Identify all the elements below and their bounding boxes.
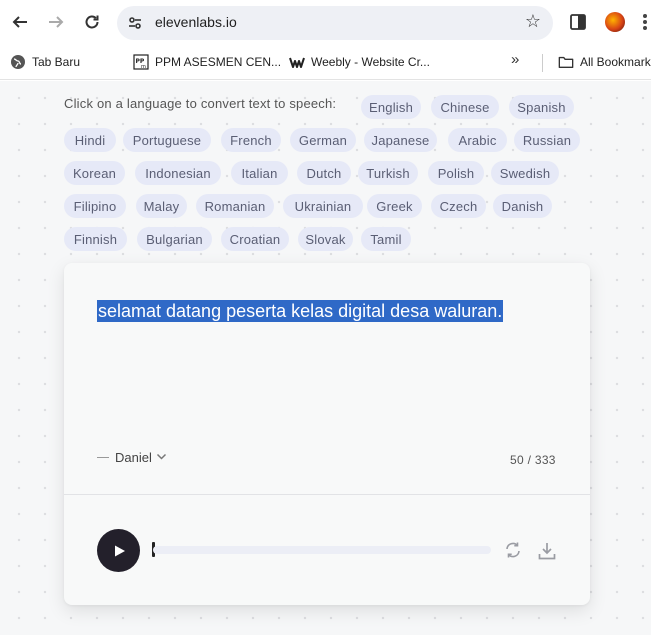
address-bar[interactable]: elevenlabs.io ☆	[117, 6, 553, 40]
bookmarks-bar: Tab Baru PP m PPM ASESMEN CEN... Weebly -…	[0, 44, 651, 80]
folder-icon	[558, 54, 574, 70]
page-content: Click on a language to convert text to s…	[0, 81, 651, 635]
selected-text[interactable]: selamat datang peserta kelas digital des…	[97, 300, 504, 322]
weebly-favicon	[289, 54, 305, 70]
language-chip[interactable]: Bulgarian	[137, 227, 212, 251]
download-icon	[538, 543, 556, 560]
voice-name: Daniel	[115, 450, 152, 465]
bookmark-star-icon[interactable]: ☆	[525, 11, 541, 32]
language-intro-text: Click on a language to convert text to s…	[64, 96, 337, 111]
ppm-favicon: PP m	[133, 54, 149, 70]
arrow-right-icon	[49, 16, 64, 28]
language-chip[interactable]: Filipino	[64, 194, 126, 218]
bookmark-weebly[interactable]: Weebly - Website Cr...	[289, 52, 430, 72]
browser-toolbar: elevenlabs.io ☆	[0, 0, 651, 44]
language-chip[interactable]: Italian	[231, 161, 288, 185]
language-chip[interactable]: Chinese	[431, 95, 499, 119]
play-icon	[114, 545, 125, 556]
arrow-left-icon	[12, 16, 27, 28]
language-chip[interactable]: Danish	[493, 194, 552, 218]
forward-button[interactable]	[44, 10, 68, 34]
language-chip[interactable]: Korean	[64, 161, 125, 185]
all-bookmarks-label: All Bookmarks	[580, 55, 651, 69]
language-chip[interactable]: Japanese	[364, 128, 437, 152]
language-chip[interactable]: Indonesian	[135, 161, 221, 185]
download-button[interactable]	[537, 541, 557, 561]
language-chip[interactable]: Polish	[428, 161, 484, 185]
tts-text-input[interactable]: selamat datang peserta kelas digital des…	[97, 296, 504, 326]
bookmarks-overflow-icon[interactable]: »	[511, 51, 519, 68]
play-button[interactable]	[97, 529, 140, 572]
card-divider	[64, 494, 590, 495]
language-chip[interactable]: Portuguese	[123, 128, 211, 152]
language-chip[interactable]: Greek	[367, 194, 422, 218]
chevron-down-icon	[156, 451, 167, 465]
side-panel-button[interactable]	[568, 12, 588, 32]
site-info-button[interactable]	[123, 11, 147, 35]
language-chip[interactable]: German	[290, 128, 356, 152]
language-chip[interactable]: Dutch	[297, 161, 351, 185]
voice-dash	[97, 457, 109, 458]
language-chip[interactable]: Spanish	[509, 95, 574, 119]
language-chip[interactable]: Slovak	[298, 227, 353, 251]
audio-progress-track[interactable]	[153, 546, 491, 554]
language-chip[interactable]: Romanian	[196, 194, 274, 218]
refresh-icon	[506, 542, 520, 558]
character-counter: 50 / 333	[510, 453, 556, 467]
language-chip[interactable]: Turkish	[358, 161, 418, 185]
svg-text:m: m	[141, 64, 146, 70]
reload-icon	[85, 15, 99, 29]
tune-icon	[129, 17, 141, 29]
bookmark-tab-baru[interactable]: Tab Baru	[10, 52, 80, 72]
back-button[interactable]	[8, 10, 32, 34]
language-chip[interactable]: Croatian	[221, 227, 289, 251]
bookmark-label: Tab Baru	[32, 55, 81, 69]
url-text[interactable]: elevenlabs.io	[155, 14, 237, 30]
bookmarks-divider	[542, 54, 543, 72]
language-chip[interactable]: English	[361, 95, 421, 119]
voice-selector[interactable]: Daniel	[97, 450, 167, 465]
language-chip[interactable]: Czech	[431, 194, 486, 218]
language-chip[interactable]: Tamil	[361, 227, 411, 251]
language-chip[interactable]: Finnish	[64, 227, 127, 251]
regenerate-button[interactable]	[504, 541, 522, 559]
language-chip[interactable]: Swedish	[491, 161, 559, 185]
bookmark-label: PPM ASESMEN CEN...	[155, 55, 282, 69]
language-chip[interactable]: Russian	[514, 128, 580, 152]
language-chip[interactable]: Malay	[136, 194, 187, 218]
language-chip[interactable]: French	[221, 128, 281, 152]
language-chip[interactable]: Hindi	[64, 128, 116, 152]
reload-button[interactable]	[80, 10, 104, 34]
bookmark-label: Weebly - Website Cr...	[311, 55, 430, 69]
all-bookmarks-button[interactable]: All Bookmarks	[558, 52, 651, 72]
side-panel-icon	[570, 14, 586, 30]
tts-card: selamat datang peserta kelas digital des…	[64, 263, 590, 605]
profile-avatar[interactable]	[605, 12, 625, 32]
bookmark-ppm-asesmen[interactable]: PP m PPM ASESMEN CEN...	[133, 52, 281, 72]
browser-menu-button[interactable]	[640, 11, 650, 33]
language-chip[interactable]: Ukrainian	[283, 194, 363, 218]
globe-icon	[10, 54, 26, 70]
language-chip[interactable]: Arabic	[448, 128, 507, 152]
